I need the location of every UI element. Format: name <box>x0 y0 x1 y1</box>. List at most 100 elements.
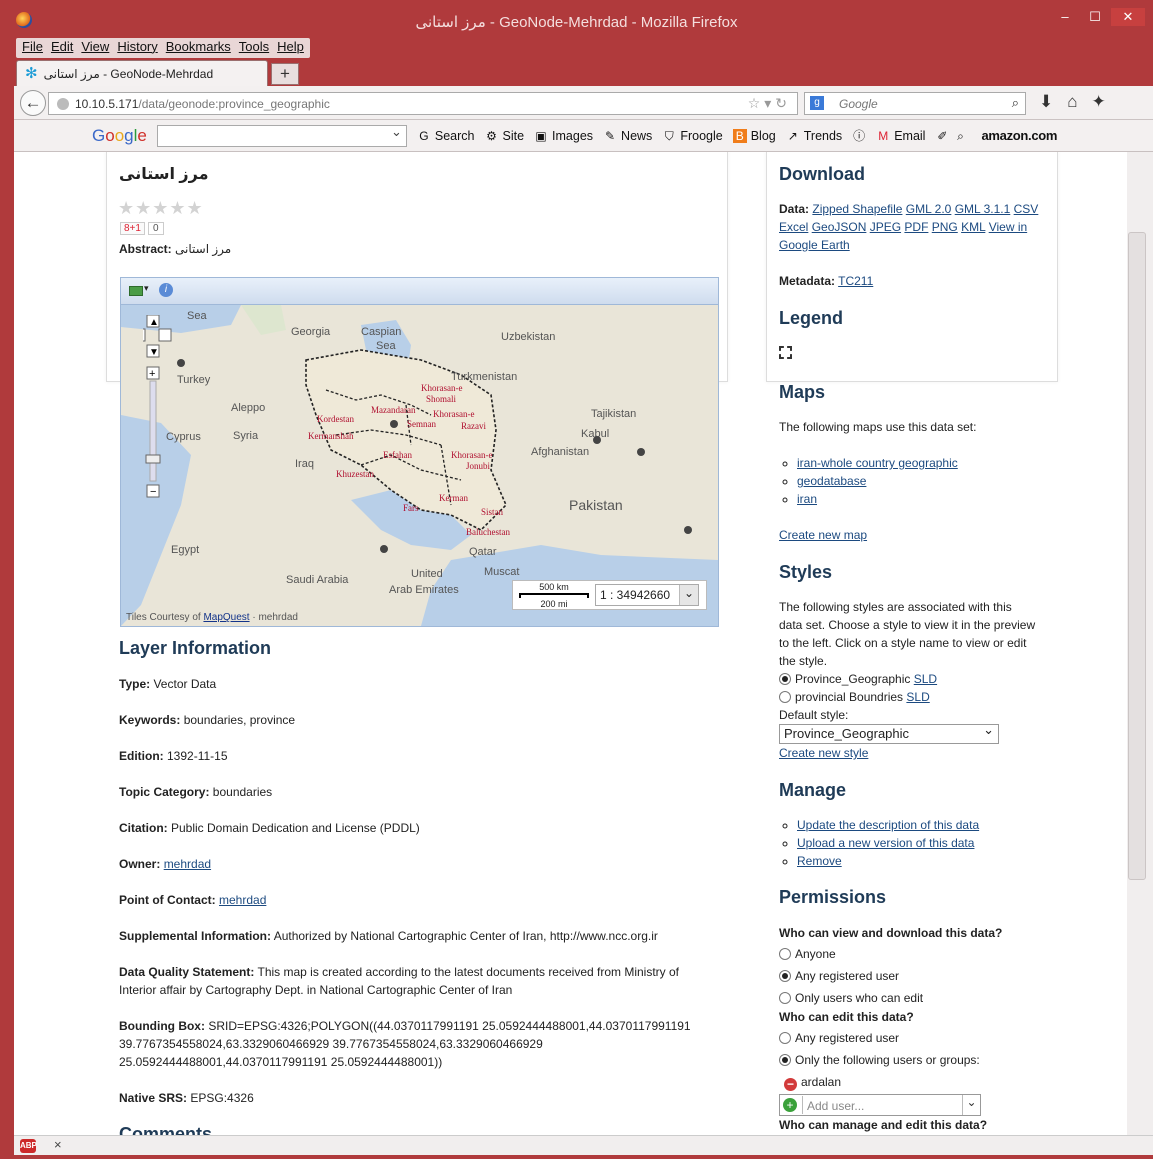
format-geojson[interactable]: GeoJSON <box>812 220 867 234</box>
format-csv[interactable]: CSV <box>1014 202 1039 216</box>
format-png[interactable]: PNG <box>932 220 958 234</box>
view-option-anyone[interactable]: Anyone <box>779 945 836 963</box>
maximize-button[interactable]: ☐ <box>1081 8 1109 26</box>
map-viewer[interactable]: ▾ i Khorasan-e Shomali Mazandaran Khoras… <box>120 277 719 627</box>
toolbar-froogle[interactable]: ⛉ Froogle <box>662 129 723 143</box>
close-addon-bar-icon[interactable]: × <box>54 1137 62 1152</box>
edit-option-registered[interactable]: Any registered user <box>779 1029 899 1047</box>
bookmark-star-icon[interactable]: ☆▾↻ <box>748 95 791 112</box>
sld-link-2[interactable]: SLD <box>906 690 929 704</box>
update-description-link[interactable]: Update the description of this data <box>797 818 979 832</box>
menu-file[interactable]: File <box>18 38 47 58</box>
svg-text:Semnan: Semnan <box>407 419 436 429</box>
menu-edit[interactable]: Edit <box>47 38 77 58</box>
maps-intro: The following maps use this data set: <box>779 420 977 434</box>
add-user-field[interactable]: + Add user... ⌄ <box>779 1094 981 1116</box>
field-bounding-box: Bounding Box: SRID=EPSG:4326;POLYGON((44… <box>119 1019 691 1069</box>
menu-bookmarks[interactable]: Bookmarks <box>162 38 235 58</box>
map-canvas[interactable]: Khorasan-e Shomali Mazandaran Khorasan-e K… <box>121 305 718 626</box>
toolbar-trends[interactable]: ↗ Trends <box>786 129 842 143</box>
addon-icon[interactable]: ✦ <box>1092 92 1106 112</box>
minimize-button[interactable]: – <box>1051 8 1079 26</box>
svg-text:Muscat: Muscat <box>484 566 519 578</box>
browser-search-input[interactable]: g Google ⌕ <box>804 92 1026 115</box>
tab-active[interactable]: ✻ مرز استانی - GeoNode-Mehrdad <box>16 60 268 86</box>
rating-stars[interactable]: ★★★★★ <box>118 198 204 219</box>
chevron-down-icon[interactable]: ⌄ <box>962 1095 980 1115</box>
create-new-style-link[interactable]: Create new style <box>779 746 868 760</box>
menu-help[interactable]: Help <box>273 38 308 58</box>
close-button[interactable]: ✕ <box>1111 8 1145 26</box>
upload-new-version-link[interactable]: Upload a new version of this data <box>797 836 974 850</box>
create-new-map-link[interactable]: Create new map <box>779 528 867 542</box>
add-user-input[interactable]: Add user... <box>802 1096 962 1114</box>
map-link-iran-whole[interactable]: iran-whole country geographic <box>797 456 958 470</box>
style-option-province[interactable]: Province_Geographic SLD <box>779 670 937 688</box>
zoom-control[interactable]: ▲ ▼ + − <box>132 314 173 503</box>
add-icon[interactable]: + <box>783 1098 797 1112</box>
owner-link[interactable]: mehrdad <box>164 857 211 871</box>
view-option-registered[interactable]: Any registered user <box>779 967 899 985</box>
format-gml2[interactable]: GML 2.0 <box>906 202 952 216</box>
sld-link-1[interactable]: SLD <box>914 672 937 686</box>
svg-text:Shomali: Shomali <box>426 394 457 404</box>
toolbar-info[interactable]: ⓘ <box>852 129 866 143</box>
view-option-editors[interactable]: Only users who can edit <box>779 989 923 1007</box>
remove-link[interactable]: Remove <box>797 854 842 868</box>
amazon-button[interactable]: amazon.com <box>981 128 1057 143</box>
svg-text:Razavi: Razavi <box>461 421 486 431</box>
map-link-geodatabase[interactable]: geodatabase <box>797 474 866 488</box>
toolbar-blog[interactable]: B Blog <box>732 128 776 143</box>
toolbar-highlight[interactable]: ✐ ⌕ <box>935 129 967 143</box>
toolbar-news[interactable]: ✎ News <box>603 129 652 143</box>
toolbar-images[interactable]: ▣ Images <box>534 129 593 143</box>
menu-history[interactable]: History <box>113 38 161 58</box>
back-arrow-icon[interactable]: ← <box>20 90 46 116</box>
style-option-provincial[interactable]: provincial Boundries SLD <box>779 688 930 706</box>
google-toolbar-search-input[interactable] <box>156 124 407 147</box>
field-data-quality: Data Quality Statement: This map is crea… <box>119 965 680 997</box>
google-logo[interactable]: Google <box>92 126 147 146</box>
scale-select[interactable]: 1 : 34942660 <box>595 584 699 606</box>
gplus-button[interactable]: 8+1 <box>120 222 145 235</box>
mapquest-link[interactable]: MapQuest <box>203 612 249 623</box>
format-pdf[interactable]: PDF <box>904 220 928 234</box>
url-bar[interactable]: 10.10.5.171/data/geonode:province_geogra… <box>48 92 798 115</box>
field-topic: Topic Category: boundaries <box>119 785 273 799</box>
scrollbar-thumb[interactable] <box>1128 232 1146 880</box>
svg-text:United: United <box>411 568 443 580</box>
svg-text:Pakistan: Pakistan <box>569 497 623 513</box>
radio-selected[interactable] <box>779 673 791 685</box>
svg-text:Khorasan-e: Khorasan-e <box>421 383 462 393</box>
format-excel[interactable]: Excel <box>779 220 808 234</box>
format-gml311[interactable]: GML 3.1.1 <box>955 202 1011 216</box>
menu-view[interactable]: View <box>77 38 113 58</box>
contact-link[interactable]: mehrdad <box>219 893 266 907</box>
format-jpeg[interactable]: JPEG <box>870 220 901 234</box>
format-zipped-shapefile[interactable]: Zipped Shapefile <box>812 202 902 216</box>
remove-user-icon[interactable]: − <box>784 1078 797 1091</box>
chevron-down-icon[interactable]: ▾ <box>144 283 149 294</box>
default-style-select[interactable]: Province_Geographic <box>779 722 999 744</box>
format-kml[interactable]: KML <box>961 220 985 234</box>
map-link-iran[interactable]: iran <box>797 492 817 506</box>
menu-tools[interactable]: Tools <box>235 38 273 58</box>
toolbar-site[interactable]: ⚙ Site <box>485 129 524 143</box>
toolbar-search[interactable]: G Search <box>417 128 474 143</box>
adblock-icon[interactable]: ABP <box>20 1139 37 1153</box>
home-icon[interactable]: ⌂ <box>1067 92 1077 112</box>
edit-option-following[interactable]: Only the following users or groups: <box>779 1051 980 1069</box>
field-owner: Owner: mehrdad <box>119 857 212 871</box>
info-icon[interactable]: i <box>159 283 173 297</box>
svg-text:−: − <box>150 486 156 498</box>
toolbar-email[interactable]: M Email <box>876 129 925 143</box>
google-g-icon: G <box>419 128 429 143</box>
download-icon[interactable]: ⬇ <box>1039 92 1053 112</box>
new-tab-button[interactable]: + <box>271 63 299 85</box>
layer-switcher-icon[interactable] <box>129 286 143 296</box>
trends-icon: ↗ <box>787 128 798 143</box>
svg-text:Sistan: Sistan <box>481 507 504 517</box>
radio[interactable] <box>779 691 791 703</box>
search-icon[interactable]: ⌕ <box>1012 95 1019 111</box>
metadata-link[interactable]: TC211 <box>838 274 873 288</box>
